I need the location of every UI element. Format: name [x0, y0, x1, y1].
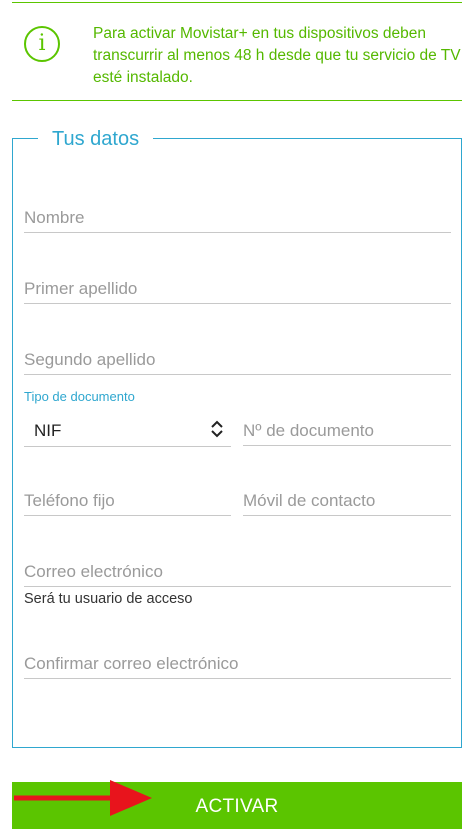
chevron-up-down-icon	[211, 420, 223, 438]
tipo-documento-label: Tipo de documento	[24, 389, 135, 404]
telefono-fijo-input[interactable]: Teléfono fijo	[24, 478, 231, 516]
tipo-documento-value: NIF	[34, 421, 62, 440]
info-divider	[12, 100, 462, 101]
numero-documento-input[interactable]: Nº de documento	[243, 408, 451, 446]
tipo-documento-select[interactable]: NIF	[24, 413, 231, 447]
nombre-placeholder: Nombre	[24, 208, 85, 227]
segundo-apellido-placeholder: Segundo apellido	[24, 350, 156, 369]
correo-input[interactable]: Correo electrónico	[24, 549, 451, 587]
movil-contacto-placeholder: Móvil de contacto	[243, 491, 376, 510]
info-icon: i	[24, 26, 60, 62]
nombre-input[interactable]: Nombre	[24, 195, 451, 233]
correo-helper-text: Será tu usuario de acceso	[24, 591, 193, 607]
primer-apellido-placeholder: Primer apellido	[24, 279, 138, 298]
numero-documento-placeholder: Nº de documento	[243, 421, 374, 440]
info-message: Para activar Movistar+ en tus dispositiv…	[93, 25, 461, 86]
red-arrow-annotation	[14, 780, 152, 816]
primer-apellido-input[interactable]: Primer apellido	[24, 266, 451, 304]
fieldset-legend: Tus datos	[38, 126, 154, 152]
segundo-apellido-input[interactable]: Segundo apellido	[24, 337, 451, 375]
correo-placeholder: Correo electrónico	[24, 562, 163, 581]
telefono-fijo-placeholder: Teléfono fijo	[24, 491, 115, 510]
confirmar-correo-input[interactable]: Confirmar correo electrónico	[24, 641, 451, 679]
movil-contacto-input[interactable]: Móvil de contacto	[243, 478, 451, 516]
confirmar-correo-placeholder: Confirmar correo electrónico	[24, 654, 239, 673]
top-divider	[12, 2, 462, 3]
